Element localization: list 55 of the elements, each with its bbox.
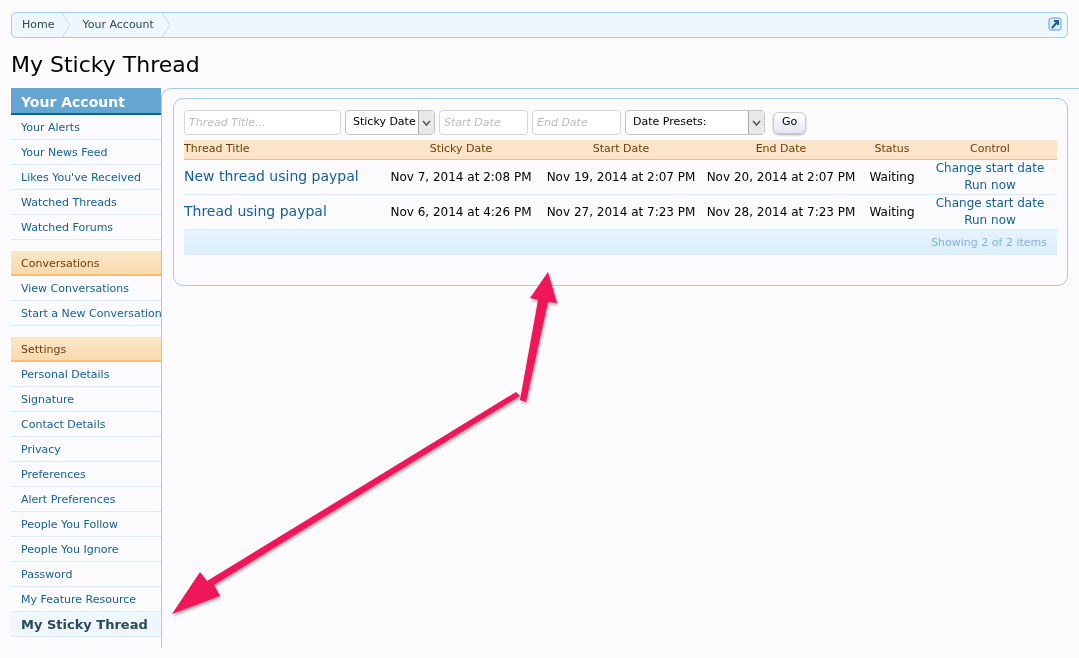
column-header: Sticky Date <box>381 140 541 159</box>
thread-link[interactable]: Thread using paypal <box>184 203 327 219</box>
column-header: Start Date <box>541 140 701 159</box>
sidebar-link[interactable]: Your News Feed <box>11 140 161 165</box>
sidebar-link[interactable]: Watched Forums <box>11 215 161 240</box>
control-link[interactable]: Change start date <box>923 159 1057 177</box>
table-cell: Nov 6, 2014 at 4:26 PM <box>381 194 541 229</box>
table-footer: Showing 2 of 2 items <box>184 229 1057 255</box>
date-presets-select[interactable]: Date Presets: <box>625 110 765 135</box>
chevron-icon <box>161 13 170 37</box>
breadcrumb-link[interactable]: Home <box>12 13 73 37</box>
table-cell: Nov 19, 2014 at 2:07 PM <box>541 159 701 194</box>
control-link[interactable]: Run now <box>923 211 1057 229</box>
sidebar-link[interactable]: People You Ignore <box>11 537 161 562</box>
table-cell: Waiting <box>861 194 923 229</box>
sidebar-link[interactable]: My Sticky Thread <box>11 612 161 637</box>
sidebar-section-heading: Settings <box>11 337 161 362</box>
control-link[interactable]: Change start date <box>923 194 1057 212</box>
sidebar-link[interactable]: Your Alerts <box>11 115 161 140</box>
table-cell: Nov 7, 2014 at 2:08 PM <box>381 159 541 194</box>
sidebar-link[interactable]: Preferences <box>11 462 161 487</box>
sidebar-link[interactable]: Likes You've Received <box>11 165 161 190</box>
end-date-field[interactable]: End Date <box>532 110 621 135</box>
table-cell: Nov 28, 2014 at 7:23 PM <box>701 194 861 229</box>
sidebar-link[interactable]: View Conversations <box>11 276 161 301</box>
column-header: Thread Title <box>184 140 381 159</box>
sidebar-link[interactable]: Signature <box>11 387 161 412</box>
sidebar-link[interactable]: Password <box>11 562 161 587</box>
sidebar-link[interactable]: Alert Preferences <box>11 487 161 512</box>
table-cell: Nov 20, 2014 at 2:07 PM <box>701 159 861 194</box>
caret-icon <box>422 119 431 126</box>
sidebar-section-heading: Conversations <box>11 251 161 276</box>
caret-icon <box>752 119 761 126</box>
sidebar-link[interactable]: Personal Details <box>11 362 161 387</box>
sidebar-link[interactable]: Privacy <box>11 437 161 462</box>
sidebar-heading: Your Account <box>11 88 161 115</box>
chevron-icon <box>62 13 71 37</box>
go-button[interactable]: Go <box>773 111 807 134</box>
title-filter-field[interactable]: Thread Title... <box>184 110 341 135</box>
page-title: My Sticky Thread <box>11 51 201 79</box>
column-header: End Date <box>701 140 861 159</box>
table-cell: Nov 27, 2014 at 7:23 PM <box>541 194 701 229</box>
sidebar-link[interactable]: Start a New Conversation <box>11 301 161 326</box>
expand-icon[interactable] <box>1048 17 1062 31</box>
column-header: Control <box>923 140 1057 159</box>
table-cell: Waiting <box>861 159 923 194</box>
sidebar-link[interactable]: Contact Details <box>11 412 161 437</box>
thread-link[interactable]: New thread using paypal <box>184 168 359 184</box>
column-header: Status <box>861 140 923 159</box>
breadcrumb-link[interactable]: Your Account <box>72 13 172 37</box>
start-date-field[interactable]: Start Date <box>439 110 528 135</box>
sidebar-link[interactable]: Watched Threads <box>11 190 161 215</box>
control-link[interactable]: Run now <box>923 176 1057 194</box>
sort-select[interactable]: Sticky Date <box>345 110 435 135</box>
sidebar-link[interactable]: People You Follow <box>11 512 161 537</box>
